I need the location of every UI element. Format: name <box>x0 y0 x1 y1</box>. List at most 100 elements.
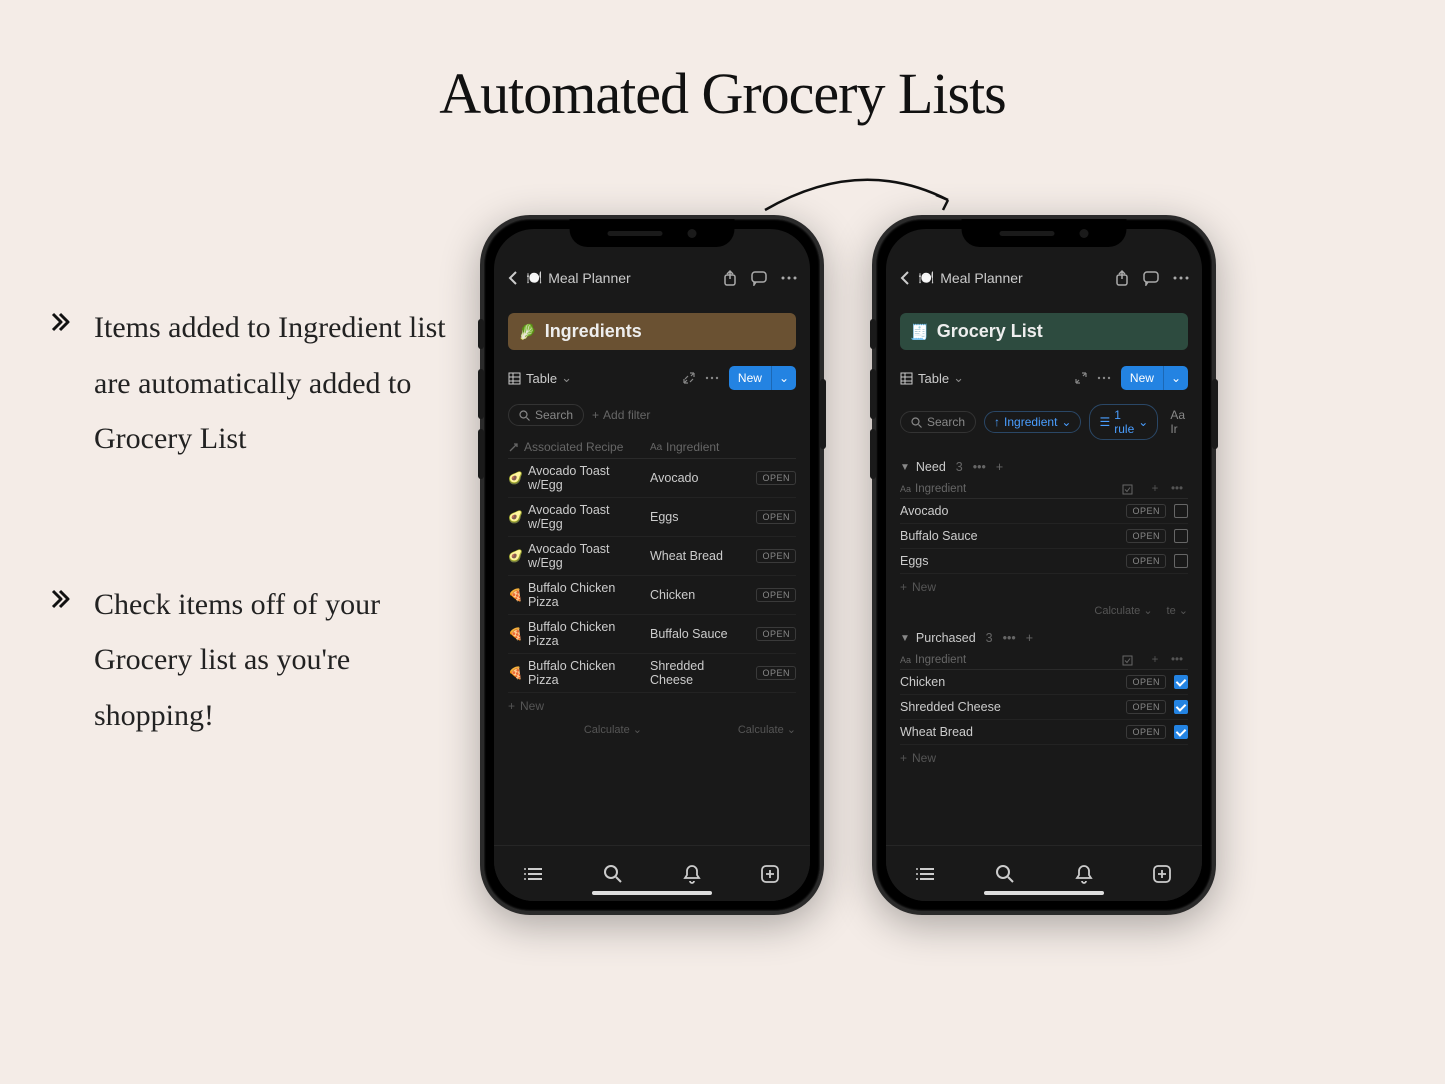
cell-ingredient[interactable]: Avocado <box>650 470 750 486</box>
home-indicator[interactable] <box>984 891 1104 895</box>
comments-icon[interactable] <box>1142 270 1160 286</box>
open-button[interactable]: OPEN <box>756 666 796 680</box>
grocery-row[interactable]: Wheat Bread OPEN <box>900 720 1188 745</box>
grocery-row[interactable]: Buffalo Sauce OPEN <box>900 524 1188 549</box>
ingredient-name[interactable]: Avocado <box>900 504 1126 518</box>
group-header[interactable]: ▼ Purchased 3 ••• + <box>900 621 1188 651</box>
calculate-button[interactable]: Calculate ⌄ <box>508 723 650 736</box>
more-icon[interactable] <box>1097 376 1111 380</box>
table-row[interactable]: 🍕 Buffalo Chicken Pizza Chicken OPEN <box>508 576 796 615</box>
checkbox[interactable] <box>1174 675 1188 689</box>
nav-notifications-icon[interactable] <box>1075 864 1093 884</box>
new-row-button[interactable]: +New <box>900 745 1188 771</box>
cell-ingredient[interactable]: Wheat Bread <box>650 548 750 564</box>
open-button[interactable]: OPEN <box>1126 675 1166 689</box>
open-button[interactable]: OPEN <box>756 588 796 602</box>
table-row[interactable]: 🥑 Avocado Toast w/Egg Avocado OPEN <box>508 459 796 498</box>
cell-ingredient[interactable]: Eggs <box>650 509 750 525</box>
page-title[interactable]: Meal Planner <box>940 270 1102 286</box>
grocery-row[interactable]: Avocado OPEN <box>900 499 1188 524</box>
open-button[interactable]: OPEN <box>1126 529 1166 543</box>
cell-ingredient[interactable]: Chicken <box>650 587 750 603</box>
open-button[interactable]: OPEN <box>756 510 796 524</box>
home-indicator[interactable] <box>592 891 712 895</box>
column-header-checkbox[interactable] <box>1122 655 1144 666</box>
chevron-down-icon[interactable]: ⌄ <box>1163 366 1188 390</box>
nav-notifications-icon[interactable] <box>683 864 701 884</box>
add-filter-button[interactable]: + Add filter <box>592 408 650 422</box>
open-button[interactable]: OPEN <box>756 471 796 485</box>
table-row[interactable]: 🥑 Avocado Toast w/Egg Wheat Bread OPEN <box>508 537 796 576</box>
nav-search-icon[interactable] <box>995 864 1015 884</box>
open-button[interactable]: OPEN <box>1126 554 1166 568</box>
cell-recipe[interactable]: 🍕 Buffalo Chicken Pizza <box>508 580 650 610</box>
share-icon[interactable] <box>1114 269 1130 287</box>
nav-list-icon[interactable] <box>916 866 936 882</box>
open-button[interactable]: OPEN <box>1126 725 1166 739</box>
expand-icon[interactable] <box>1075 372 1087 384</box>
chevron-down-icon[interactable]: ⌄ <box>771 366 796 390</box>
nav-create-icon[interactable] <box>760 864 780 884</box>
expand-icon[interactable] <box>683 372 695 384</box>
page-title[interactable]: Meal Planner <box>548 270 710 286</box>
search-input[interactable]: Search <box>508 404 584 426</box>
ingredient-name[interactable]: Shredded Cheese <box>900 700 1126 714</box>
grocery-row[interactable]: Chicken OPEN <box>900 670 1188 695</box>
column-header-ingredient[interactable]: Aa Ingredient <box>650 440 796 454</box>
column-chip-truncated[interactable]: Aa Ir <box>1166 408 1188 436</box>
ingredient-name[interactable]: Buffalo Sauce <box>900 529 1126 543</box>
ingredient-name[interactable]: Eggs <box>900 554 1126 568</box>
cell-ingredient[interactable]: Buffalo Sauce <box>650 626 750 642</box>
checkbox[interactable] <box>1174 529 1188 543</box>
share-icon[interactable] <box>722 269 738 287</box>
back-button[interactable] <box>898 269 912 287</box>
grocery-row[interactable]: Eggs OPEN <box>900 549 1188 574</box>
checkbox[interactable] <box>1174 725 1188 739</box>
view-tab-table[interactable]: Table ⌄ <box>508 370 572 386</box>
search-input[interactable]: Search <box>900 411 976 433</box>
ingredient-name[interactable]: Chicken <box>900 675 1126 689</box>
plus-icon[interactable]: + <box>996 460 1003 474</box>
add-column-button[interactable]: + <box>1144 654 1166 666</box>
cell-recipe[interactable]: 🥑 Avocado Toast w/Egg <box>508 463 650 493</box>
ingredient-name[interactable]: Wheat Bread <box>900 725 1126 739</box>
column-header-ingredient[interactable]: AaIngredient <box>900 483 1122 495</box>
cell-ingredient[interactable]: Shredded Cheese <box>650 658 750 688</box>
checkbox[interactable] <box>1174 700 1188 714</box>
open-button[interactable]: OPEN <box>1126 700 1166 714</box>
calculate-button[interactable]: te ⌄ <box>1167 604 1188 617</box>
more-icon[interactable]: ••• <box>1166 654 1188 666</box>
more-icon[interactable] <box>705 376 719 380</box>
table-row[interactable]: 🥑 Avocado Toast w/Egg Eggs OPEN <box>508 498 796 537</box>
column-header-ingredient[interactable]: AaIngredient <box>900 654 1122 666</box>
column-header-checkbox[interactable] <box>1122 484 1144 495</box>
cell-recipe[interactable]: 🥑 Avocado Toast w/Egg <box>508 541 650 571</box>
calculate-button[interactable]: Calculate ⌄ <box>1094 604 1152 617</box>
plus-icon[interactable]: + <box>1026 631 1033 645</box>
more-icon[interactable] <box>780 275 798 281</box>
more-icon[interactable] <box>1172 275 1190 281</box>
new-row-button[interactable]: + New <box>508 693 796 719</box>
new-row-button[interactable]: +New <box>900 574 1188 600</box>
cell-recipe[interactable]: 🥑 Avocado Toast w/Egg <box>508 502 650 532</box>
comments-icon[interactable] <box>750 270 768 286</box>
more-icon[interactable]: ••• <box>973 460 986 474</box>
open-button[interactable]: OPEN <box>756 627 796 641</box>
more-icon[interactable]: ••• <box>1003 631 1016 645</box>
open-button[interactable]: OPEN <box>1126 504 1166 518</box>
checkbox[interactable] <box>1174 504 1188 518</box>
checkbox[interactable] <box>1174 554 1188 568</box>
view-tab-table[interactable]: Table ⌄ <box>900 370 964 386</box>
group-header[interactable]: ▼ Need 3 ••• + <box>900 450 1188 480</box>
cell-recipe[interactable]: 🍕 Buffalo Chicken Pizza <box>508 619 650 649</box>
table-row[interactable]: 🍕 Buffalo Chicken Pizza Shredded Cheese … <box>508 654 796 693</box>
grocery-row[interactable]: Shredded Cheese OPEN <box>900 695 1188 720</box>
sort-chip-ingredient[interactable]: ↑ Ingredient ⌄ <box>984 411 1081 433</box>
filter-chip-rule[interactable]: ☰ 1 rule ⌄ <box>1089 404 1158 440</box>
more-icon[interactable]: ••• <box>1166 483 1188 495</box>
calculate-button[interactable]: Calculate ⌄ <box>650 723 796 736</box>
nav-create-icon[interactable] <box>1152 864 1172 884</box>
open-button[interactable]: OPEN <box>756 549 796 563</box>
nav-search-icon[interactable] <box>603 864 623 884</box>
back-button[interactable] <box>506 269 520 287</box>
